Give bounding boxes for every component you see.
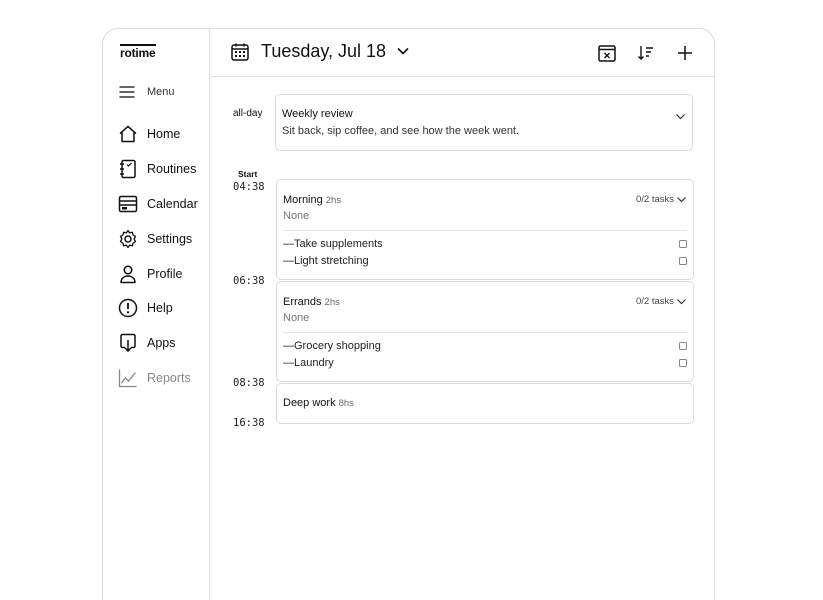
app-window: rotime Menu Home Routines Calendar Setti…: [102, 28, 715, 600]
hamburger-icon: [119, 86, 135, 98]
task-checkbox[interactable]: [679, 257, 687, 265]
task-checkbox[interactable]: [679, 240, 687, 248]
divider: [283, 332, 687, 333]
routine-duration: 2hs: [325, 195, 342, 206]
home-icon: [117, 123, 139, 145]
plus-icon[interactable]: [675, 43, 695, 63]
routine-title: Errands 2hs: [283, 296, 340, 308]
calendar-icon: [117, 193, 139, 215]
routine-title: Morning 2hs: [283, 194, 342, 206]
menu-toggle[interactable]: Menu: [119, 85, 175, 99]
sidebar: rotime Menu Home Routines Calendar Setti…: [103, 29, 210, 600]
sidebar-item-label: Calendar: [147, 196, 198, 211]
main-panel: Tuesday, Jul 18 all-day Start 04:38 06:3…: [211, 29, 714, 600]
sidebar-item-label: Settings: [147, 231, 193, 246]
routine-duration: 2hs: [324, 297, 340, 308]
divider: [283, 230, 687, 231]
routine-card-deep-work[interactable]: Deep work 8hs: [276, 383, 694, 424]
chevron-down-icon[interactable]: [395, 43, 411, 64]
task-item: —Light stretching: [283, 255, 687, 269]
sidebar-item-home[interactable]: Home: [117, 117, 198, 152]
sidebar-item-profile[interactable]: Profile: [117, 256, 198, 291]
task-item: —Laundry: [283, 357, 687, 371]
sidebar-item-reports[interactable]: Reports: [117, 361, 198, 396]
help-icon: [117, 297, 139, 319]
chevron-down-icon[interactable]: [675, 109, 686, 127]
time-label: 16:38: [233, 417, 265, 429]
top-bar: Tuesday, Jul 18: [211, 29, 714, 77]
sort-icon[interactable]: [636, 43, 656, 63]
time-label: 08:38: [233, 377, 265, 389]
chevron-down-icon: [677, 299, 686, 305]
sidebar-item-label: Home: [147, 127, 181, 142]
routine-card-errands[interactable]: Errands 2hs 0/2 tasks None —Grocery shopp…: [276, 281, 694, 382]
sidebar-item-settings[interactable]: Settings: [117, 221, 198, 256]
user-icon: [117, 263, 139, 285]
routine-card-morning[interactable]: Morning 2hs 0/2 tasks None —Take suppleme…: [276, 179, 694, 280]
time-label: 06:38: [233, 275, 265, 287]
chevron-down-icon: [677, 197, 686, 203]
sidebar-item-label: Profile: [147, 266, 183, 281]
task-item: —Take supplements: [283, 238, 687, 252]
routine-duration: 8hs: [338, 398, 354, 409]
routine-note: None: [283, 210, 310, 222]
sidebar-item-routines[interactable]: Routines: [117, 152, 198, 187]
sidebar-item-help[interactable]: Help: [117, 291, 198, 326]
allday-label: all-day: [233, 108, 263, 119]
tasks-summary[interactable]: 0/2 tasks: [636, 296, 687, 307]
allday-event-card[interactable]: Weekly review Sit back, sip coffee, and …: [275, 94, 693, 151]
sidebar-item-label: Apps: [147, 336, 176, 351]
routines-icon: [117, 158, 139, 180]
task-item: —Grocery shopping: [283, 340, 687, 354]
sidebar-item-label: Help: [147, 301, 173, 316]
tasks-summary[interactable]: 0/2 tasks: [636, 194, 687, 205]
calendar-icon[interactable]: [231, 43, 249, 66]
sidebar-nav: Home Routines Calendar Settings Profile …: [117, 117, 198, 395]
apps-icon: [117, 332, 139, 354]
sidebar-item-calendar[interactable]: Calendar: [117, 187, 198, 222]
event-title: Weekly review: [282, 108, 353, 120]
calendar-clear-icon[interactable]: [597, 43, 617, 63]
date-title[interactable]: Tuesday, Jul 18: [261, 41, 386, 62]
sidebar-item-label: Reports: [147, 370, 191, 385]
start-label: Start: [238, 169, 258, 179]
gear-icon: [117, 228, 139, 250]
routine-title: Deep work 8hs: [283, 397, 354, 409]
app-logo[interactable]: rotime: [120, 44, 157, 60]
sidebar-item-apps[interactable]: Apps: [117, 326, 198, 361]
task-checkbox[interactable]: [679, 359, 687, 367]
chart-icon: [117, 367, 139, 389]
time-label: 04:38: [233, 181, 265, 193]
task-checkbox[interactable]: [679, 342, 687, 350]
routine-note: None: [283, 312, 310, 324]
sidebar-item-label: Routines: [147, 162, 197, 177]
menu-label: Menu: [147, 86, 175, 98]
event-description: Sit back, sip coffee, and see how the we…: [282, 125, 520, 137]
